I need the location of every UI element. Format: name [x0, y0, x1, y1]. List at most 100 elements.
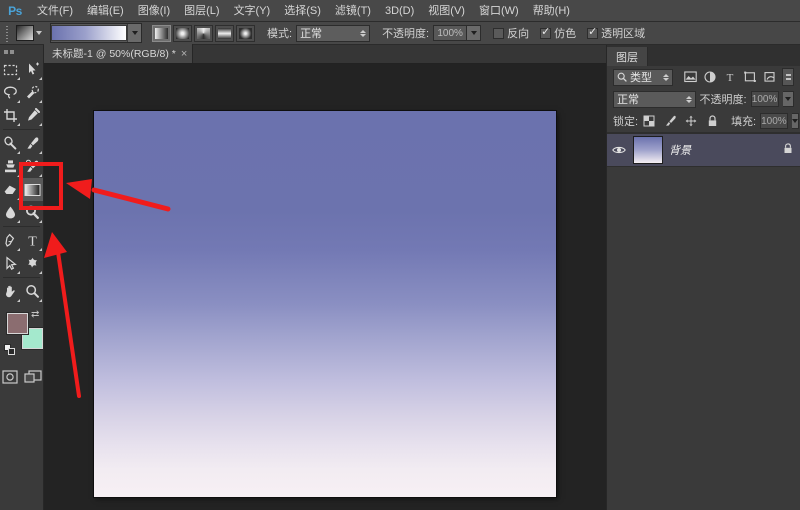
lock-buttons [642, 114, 719, 128]
filter-smart-object-icon[interactable] [763, 70, 777, 84]
menu-file[interactable]: 文件(F) [30, 0, 80, 22]
pen-tool[interactable] [0, 229, 22, 252]
reverse-checkbox[interactable] [493, 28, 504, 39]
menu-image[interactable]: 图像(I) [131, 0, 177, 22]
marquee-tool[interactable] [0, 58, 22, 81]
dither-checkbox[interactable] [540, 28, 551, 39]
layer-fill-input[interactable]: 100% [760, 113, 788, 129]
tools-panel-grip[interactable] [0, 45, 43, 58]
document-tab-bar: 未标题-1 @ 50%(RGB/8) * × [44, 45, 606, 64]
zoom-magnifier-icon [25, 284, 40, 299]
transparency-checkbox-group[interactable]: 透明区域 [587, 25, 645, 41]
layers-panel-tabbar: 图层 [607, 45, 800, 66]
lock-all-icon[interactable] [705, 114, 719, 128]
quick-selection-tool[interactable] [22, 81, 44, 104]
hand-tool[interactable] [0, 280, 22, 303]
gradient-picker[interactable] [50, 23, 142, 43]
layer-opacity-input[interactable]: 100% [751, 91, 779, 107]
menu-bar: Ps 文件(F) 编辑(E) 图像(I) 图层(L) 文字(Y) 选择(S) 滤… [0, 0, 800, 22]
opacity-input[interactable]: 100% [433, 25, 467, 41]
tool-divider-2 [3, 226, 40, 227]
reflected-gradient-button[interactable] [215, 25, 234, 42]
lock-position-icon[interactable] [684, 114, 698, 128]
quick-mask-button[interactable] [0, 368, 20, 386]
brush-tool[interactable] [22, 132, 44, 155]
layer-name[interactable]: 背景 [669, 142, 691, 158]
layer-blend-spinner-icon[interactable] [686, 96, 692, 103]
toolbar-bottom-buttons [0, 368, 43, 386]
menu-3d[interactable]: 3D(D) [378, 0, 421, 22]
options-bar-grip[interactable] [4, 24, 12, 42]
blend-mode-spinner-icon[interactable] [360, 30, 366, 37]
lock-image-pixels-icon[interactable] [663, 114, 677, 128]
menu-filter[interactable]: 滤镜(T) [328, 0, 378, 22]
radial-gradient-button[interactable] [173, 25, 192, 42]
layer-fill-chevron-down-icon[interactable] [792, 113, 799, 129]
canvas-workspace[interactable] [44, 64, 606, 510]
annotation-highlight-box [19, 162, 63, 210]
layer-opacity-chevron-down-icon[interactable] [783, 91, 794, 107]
tool-divider-1 [3, 129, 40, 130]
menu-edit[interactable]: 编辑(E) [80, 0, 131, 22]
gradient-artwork [94, 111, 556, 497]
menu-layer[interactable]: 图层(L) [177, 0, 226, 22]
menu-select[interactable]: 选择(S) [277, 0, 328, 22]
layer-filter-select[interactable]: 类型 [613, 69, 673, 86]
swap-colors-icon[interactable]: ⇄ [31, 310, 39, 320]
reverse-checkbox-group[interactable]: 反向 [493, 25, 529, 41]
screen-mode-button[interactable] [24, 368, 44, 386]
linear-gradient-button[interactable] [152, 25, 171, 42]
gradient-picker-chevron-down-icon[interactable] [127, 24, 141, 42]
crop-tool[interactable] [0, 104, 22, 127]
layer-blend-mode-select[interactable]: 正常 [613, 91, 696, 108]
marquee-icon [3, 62, 18, 77]
zoom-tool[interactable] [22, 280, 44, 303]
path-selection-tool[interactable] [0, 252, 22, 275]
lock-transparent-pixels-icon[interactable] [642, 114, 656, 128]
move-tool[interactable] [22, 58, 44, 81]
layer-filter-value: 类型 [630, 69, 652, 85]
type-tool[interactable]: T [22, 229, 44, 252]
shape-tool[interactable] [22, 252, 44, 275]
table-row[interactable]: 背景 [607, 133, 800, 167]
close-icon[interactable]: × [181, 48, 187, 60]
move-icon [25, 62, 40, 77]
eyedropper-tool[interactable] [22, 104, 44, 127]
layer-filter-toggle[interactable] [782, 68, 794, 86]
layer-thumbnail[interactable] [633, 136, 663, 164]
lasso-tool[interactable] [0, 81, 22, 104]
menu-type[interactable]: 文字(Y) [227, 0, 278, 22]
menu-help[interactable]: 帮助(H) [526, 0, 577, 22]
transparency-checkbox[interactable] [587, 28, 598, 39]
angle-gradient-button[interactable] [194, 25, 213, 42]
filter-shape-icon[interactable] [743, 70, 757, 84]
document-tab[interactable]: 未标题-1 @ 50%(RGB/8) * × [44, 44, 193, 63]
filter-pixel-icon[interactable] [683, 70, 697, 84]
quick-selection-icon [24, 85, 40, 100]
tool-preset-chevron-down-icon[interactable] [36, 31, 42, 35]
dither-checkbox-group[interactable]: 仿色 [540, 25, 576, 41]
menu-window[interactable]: 窗口(W) [472, 0, 526, 22]
tab-layers[interactable]: 图层 [607, 47, 648, 66]
opacity-chevron-down-icon[interactable] [467, 25, 481, 41]
gradient-preview-swatch[interactable] [51, 25, 127, 41]
healing-brush-tool[interactable] [0, 132, 22, 155]
foreground-color-swatch[interactable] [7, 313, 28, 334]
tool-preset-icon[interactable] [16, 25, 34, 41]
pen-icon [3, 233, 18, 248]
blend-mode-select[interactable]: 正常 [296, 25, 370, 42]
default-colors-icon[interactable] [4, 344, 15, 355]
filter-type-icon[interactable]: T [723, 70, 737, 84]
layer-filter-spinner-icon[interactable] [663, 74, 669, 81]
lock-row: 锁定: [607, 110, 800, 132]
layer-visibility-toggle[interactable] [611, 145, 627, 155]
fill-label: 填充: [731, 113, 756, 129]
layer-filter-icons: T [683, 70, 777, 84]
svg-text:T: T [727, 72, 734, 83]
document-tab-title: 未标题-1 @ 50%(RGB/8) * [52, 46, 176, 61]
filter-adjustment-icon[interactable] [703, 70, 717, 84]
document-canvas[interactable] [94, 111, 556, 497]
menu-view[interactable]: 视图(V) [421, 0, 472, 22]
diamond-gradient-button[interactable] [236, 25, 255, 42]
eye-icon [612, 145, 626, 155]
